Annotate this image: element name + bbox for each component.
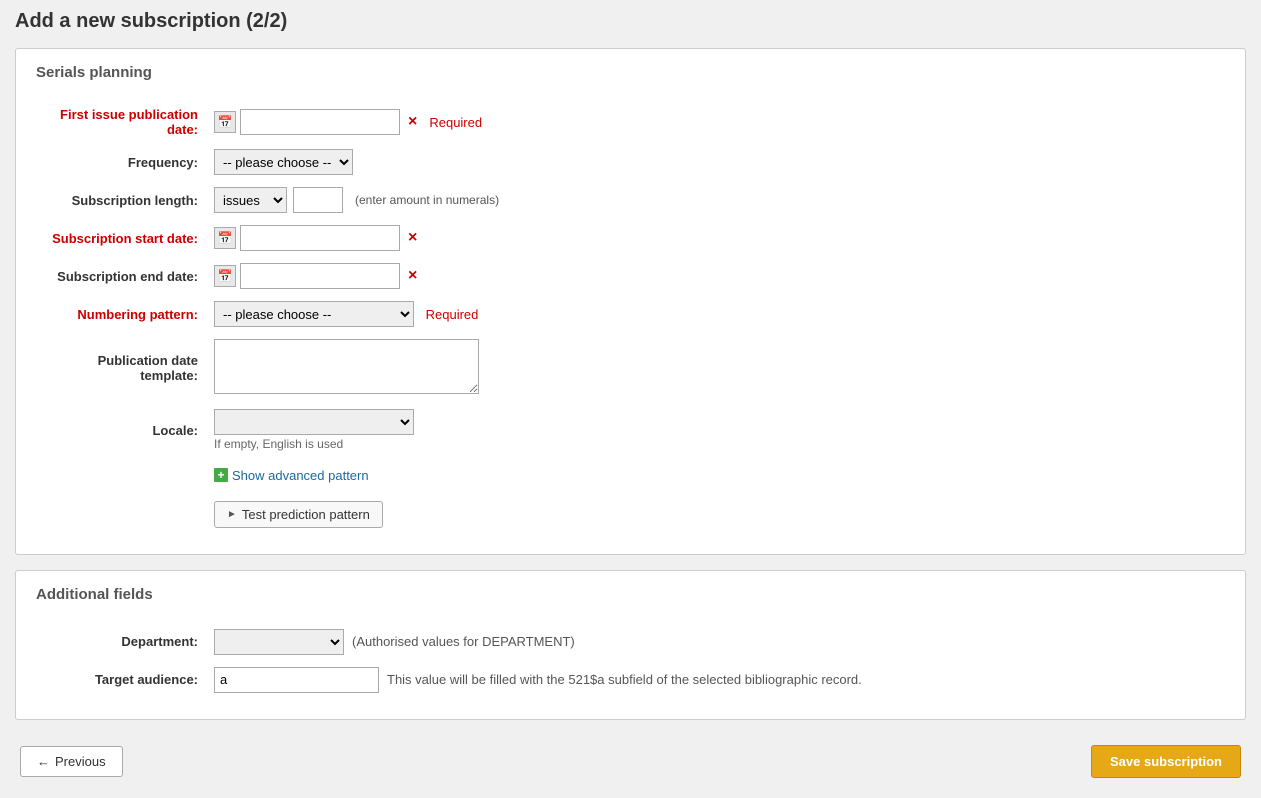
previous-label: Previous: [55, 754, 106, 769]
additional-form: Department: (Authorised values for DEPAR…: [36, 623, 1225, 699]
numbering-pattern-field-cell: -- please choose -- Required: [206, 295, 1225, 333]
subscription-start-clear-btn[interactable]: ×: [408, 229, 417, 247]
subscription-start-label: Subscription start date:: [36, 219, 206, 257]
pub-date-template-label: Publication date template:: [36, 333, 206, 403]
locale-label: Locale:: [36, 403, 206, 457]
target-audience-wrap: This value will be filled with the 521$a…: [214, 667, 862, 693]
show-advanced-cell: + Show advanced pattern: [206, 457, 1225, 487]
test-prediction-button[interactable]: ► Test prediction pattern: [214, 501, 383, 528]
additional-section-title: Additional fields: [36, 586, 1225, 608]
frequency-label: Frequency:: [36, 143, 206, 181]
numbering-pattern-select[interactable]: -- please choose --: [214, 301, 414, 327]
first-issue-row: First issue publication date: 📅 × Requir…: [36, 101, 1225, 143]
test-prediction-cell: ► Test prediction pattern: [206, 487, 1225, 534]
subscription-start-calendar-icon[interactable]: 📅: [214, 227, 236, 249]
target-audience-field-cell: This value will be filled with the 521$a…: [206, 661, 1225, 699]
subscription-start-input-wrap: 📅 ×: [214, 225, 417, 251]
test-prediction-label: Test prediction pattern: [242, 507, 370, 522]
department-label: Department:: [36, 623, 206, 661]
frequency-field-cell: -- please choose -- Daily Weekly Biweekl…: [206, 143, 1225, 181]
show-advanced-label: Show advanced pattern: [232, 468, 369, 483]
subscription-end-label: Subscription end date:: [36, 257, 206, 295]
page-title: Add a new subscription (2/2): [15, 10, 1246, 33]
subscription-start-row: Subscription start date: 📅 ×: [36, 219, 1225, 257]
department-field-cell: (Authorised values for DEPARTMENT): [206, 623, 1225, 661]
sub-length-wrap: issues weeks months (enter amount in num…: [214, 187, 499, 213]
department-row: Department: (Authorised values for DEPAR…: [36, 623, 1225, 661]
subscription-end-clear-btn[interactable]: ×: [408, 267, 417, 285]
first-issue-calendar-icon[interactable]: 📅: [214, 111, 236, 133]
subscription-start-date-input[interactable]: [240, 225, 400, 251]
previous-button[interactable]: ← Previous: [20, 746, 123, 777]
subscription-end-field-cell: 📅 ×: [206, 257, 1225, 295]
department-wrap: (Authorised values for DEPARTMENT): [214, 629, 575, 655]
serials-section-title: Serials planning: [36, 64, 1225, 86]
show-advanced-link[interactable]: + Show advanced pattern: [214, 468, 369, 483]
subscription-length-label: Subscription length:: [36, 181, 206, 219]
subscription-end-input-wrap: 📅 ×: [214, 263, 417, 289]
frequency-row: Frequency: -- please choose -- Daily Wee…: [36, 143, 1225, 181]
play-icon: ►: [227, 509, 237, 520]
subscription-end-calendar-icon[interactable]: 📅: [214, 265, 236, 287]
subscription-end-date-input[interactable]: [240, 263, 400, 289]
save-subscription-button[interactable]: Save subscription: [1091, 745, 1241, 778]
subscription-length-field-cell: issues weeks months (enter amount in num…: [206, 181, 1225, 219]
locale-select[interactable]: [214, 409, 414, 435]
department-hint: (Authorised values for DEPARTMENT): [352, 634, 575, 649]
additional-fields-section: Additional fields Department: (Authorise…: [15, 570, 1246, 720]
first-issue-input-wrap: 📅 × Required: [214, 109, 482, 135]
target-audience-label: Target audience:: [36, 661, 206, 699]
first-issue-label: First issue publication date:: [36, 101, 206, 143]
show-advanced-row: + Show advanced pattern: [36, 457, 1225, 487]
subscription-start-field-cell: 📅 ×: [206, 219, 1225, 257]
pub-date-template-textarea[interactable]: [214, 339, 479, 394]
department-select[interactable]: [214, 629, 344, 655]
numbering-pattern-required-text: Required: [426, 307, 479, 322]
first-issue-required-text: Required: [429, 115, 482, 130]
subscription-length-amount-input[interactable]: [293, 187, 343, 213]
save-label: Save subscription: [1110, 754, 1222, 769]
first-issue-date-input[interactable]: [240, 109, 400, 135]
footer-bar: ← Previous Save subscription: [15, 735, 1246, 788]
pub-date-template-field-cell: [206, 333, 1225, 403]
pub-date-template-row: Publication date template:: [36, 333, 1225, 403]
subscription-length-row: Subscription length: issues weeks months…: [36, 181, 1225, 219]
first-issue-field-cell: 📅 × Required: [206, 101, 1225, 143]
test-prediction-row: ► Test prediction pattern: [36, 487, 1225, 534]
show-advanced-plus-icon: +: [214, 468, 228, 482]
target-audience-hint: This value will be filled with the 521$a…: [387, 672, 862, 687]
numbering-pattern-row: Numbering pattern: -- please choose -- R…: [36, 295, 1225, 333]
numbering-pattern-label: Numbering pattern:: [36, 295, 206, 333]
target-audience-input[interactable]: [214, 667, 379, 693]
arrow-left-icon: ←: [37, 754, 50, 769]
locale-hint: If empty, English is used: [214, 437, 1217, 451]
subscription-length-hint: (enter amount in numerals): [355, 193, 499, 207]
first-issue-clear-btn[interactable]: ×: [408, 113, 417, 131]
locale-row: Locale: If empty, English is used: [36, 403, 1225, 457]
serials-form: First issue publication date: 📅 × Requir…: [36, 101, 1225, 534]
frequency-select[interactable]: -- please choose -- Daily Weekly Biweekl…: [214, 149, 353, 175]
subscription-length-unit-select[interactable]: issues weeks months: [214, 187, 287, 213]
locale-field-cell: If empty, English is used: [206, 403, 1225, 457]
target-audience-row: Target audience: This value will be fill…: [36, 661, 1225, 699]
serials-planning-section: Serials planning First issue publication…: [15, 48, 1246, 555]
subscription-end-row: Subscription end date: 📅 ×: [36, 257, 1225, 295]
